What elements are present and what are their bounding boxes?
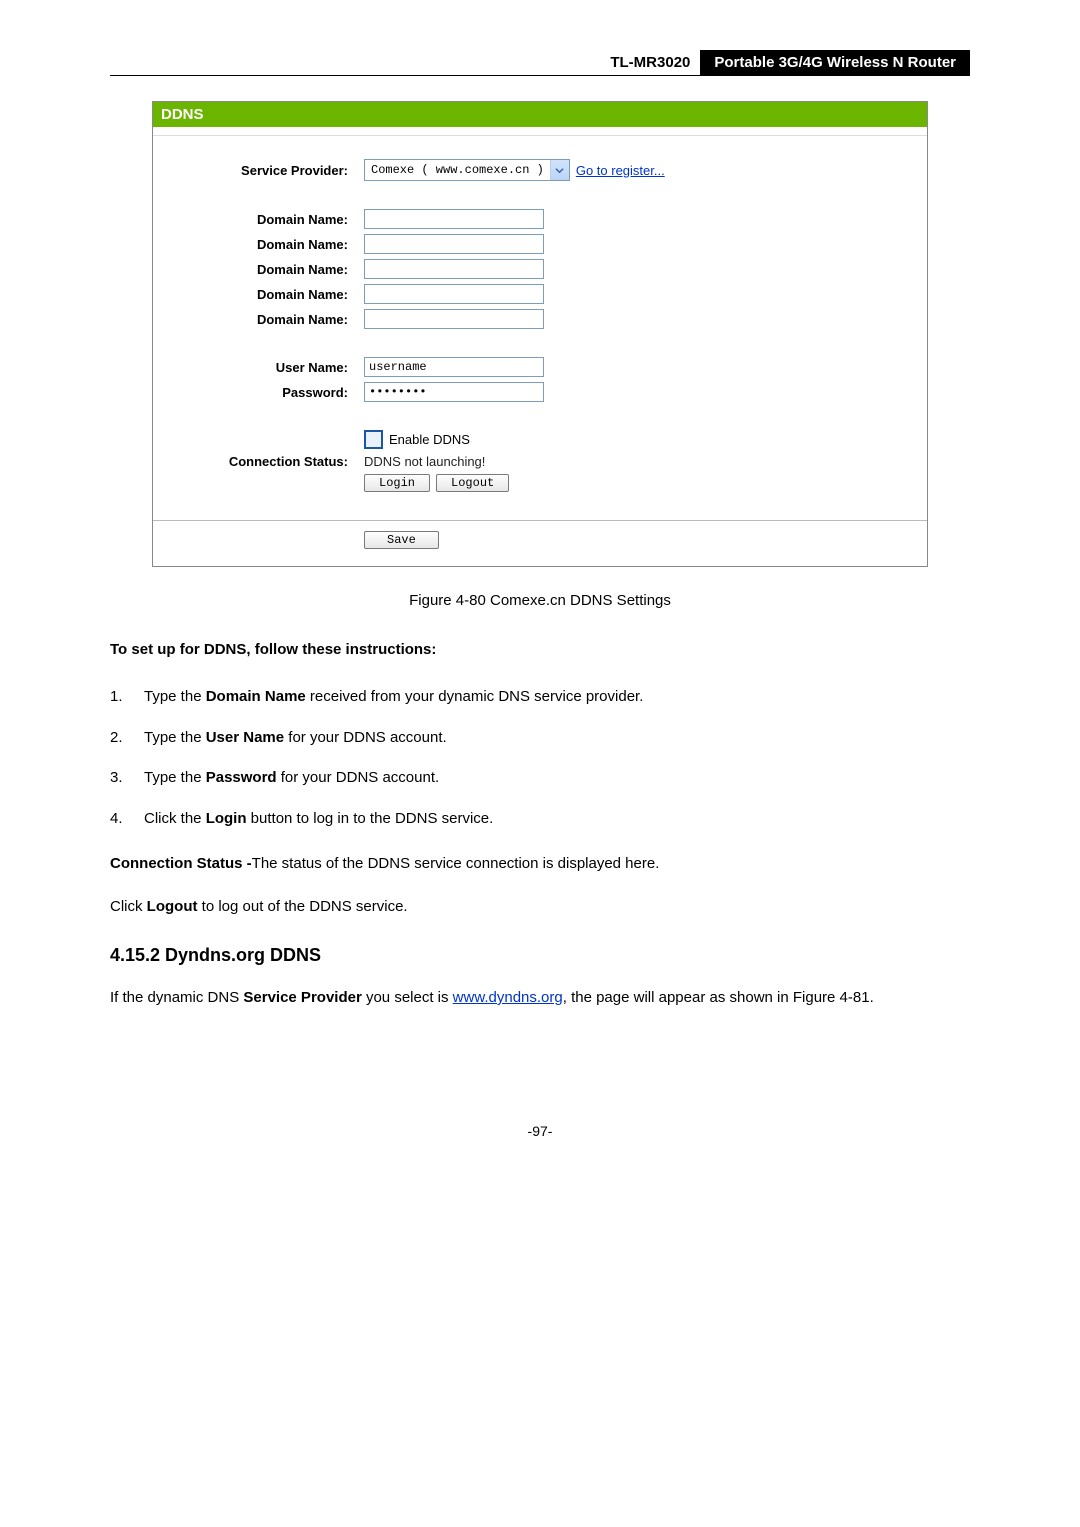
router-screenshot: DDNS Service Provider: Comexe ( www.come…	[152, 101, 928, 567]
list-item: 2. Type the User Name for your DDNS acco…	[110, 727, 970, 750]
username-input[interactable]	[364, 357, 544, 377]
panel-title: DDNS	[153, 102, 927, 127]
logout-button[interactable]: Logout	[436, 474, 509, 492]
label-domain-name-4: Domain Name:	[153, 287, 364, 302]
list-item: 3. Type the Password for your DDNS accou…	[110, 767, 970, 790]
model-label: TL-MR3020	[600, 50, 700, 75]
figure-caption: Figure 4-80 Comexe.cn DDNS Settings	[110, 592, 970, 609]
logout-description: Click Logout to log out of the DDNS serv…	[110, 893, 970, 922]
list-item: 4. Click the Login button to log in to t…	[110, 808, 970, 831]
save-button[interactable]: Save	[364, 531, 439, 549]
domain-name-input-2[interactable]	[364, 234, 544, 254]
domain-name-input-5[interactable]	[364, 309, 544, 329]
connection-status-description: Connection Status -The status of the DDN…	[110, 850, 970, 879]
dyndns-link[interactable]: www.dyndns.org	[453, 989, 563, 1006]
go-to-register-link[interactable]: Go to register...	[576, 163, 665, 178]
instructions-heading: To set up for DDNS, follow these instruc…	[110, 641, 970, 658]
instructions-list: 1. Type the Domain Name received from yo…	[110, 686, 970, 830]
service-provider-value: Comexe ( www.comexe.cn )	[365, 163, 550, 177]
list-item: 1. Type the Domain Name received from yo…	[110, 686, 970, 709]
label-domain-name-1: Domain Name:	[153, 212, 364, 227]
product-label: Portable 3G/4G Wireless N Router	[700, 50, 970, 75]
section-heading: 4.15.2 Dyndns.org DDNS	[110, 945, 970, 966]
login-button[interactable]: Login	[364, 474, 430, 492]
label-password: Password:	[153, 385, 364, 400]
connection-status-value: DDNS not launching!	[364, 454, 485, 469]
label-user-name: User Name:	[153, 360, 364, 375]
domain-name-input-4[interactable]	[364, 284, 544, 304]
label-domain-name-5: Domain Name:	[153, 312, 364, 327]
label-domain-name-3: Domain Name:	[153, 262, 364, 277]
label-domain-name-2: Domain Name:	[153, 237, 364, 252]
section-paragraph: If the dynamic DNS Service Provider you …	[110, 984, 970, 1013]
service-provider-select[interactable]: Comexe ( www.comexe.cn )	[364, 159, 570, 181]
password-input[interactable]	[364, 382, 544, 402]
chevron-down-icon	[550, 160, 569, 180]
domain-name-input-3[interactable]	[364, 259, 544, 279]
label-service-provider: Service Provider:	[153, 163, 364, 178]
domain-name-input-1[interactable]	[364, 209, 544, 229]
page-header: TL-MR3020 Portable 3G/4G Wireless N Rout…	[110, 50, 970, 76]
page-number: -97-	[110, 1123, 970, 1139]
label-connection-status: Connection Status:	[153, 454, 364, 469]
enable-ddns-checkbox[interactable]	[364, 430, 383, 449]
enable-ddns-label: Enable DDNS	[389, 432, 470, 447]
